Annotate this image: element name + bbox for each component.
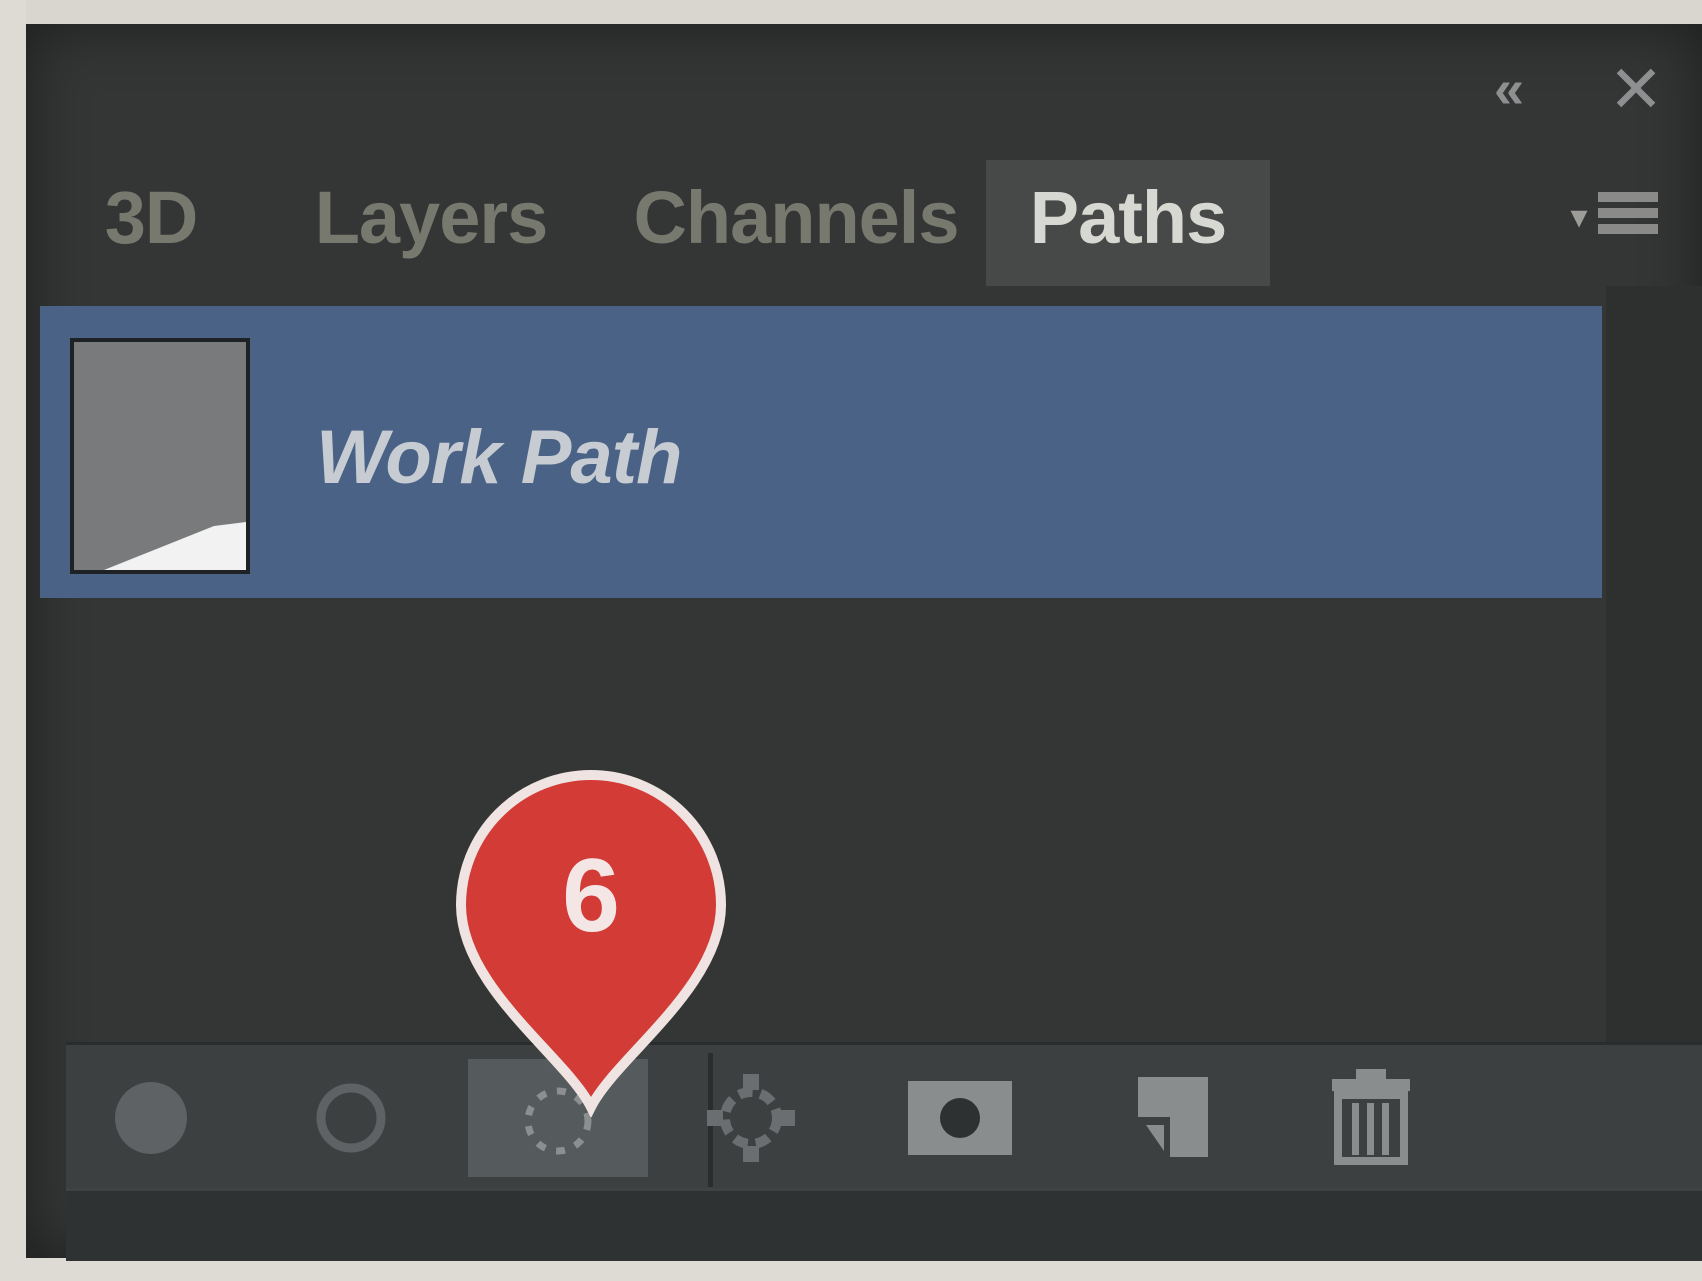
- page-background-bottom: [0, 1258, 1702, 1281]
- callout-marker: 6: [441, 757, 741, 1119]
- new-path-icon: [1138, 1077, 1208, 1157]
- tab-paths[interactable]: Paths: [986, 160, 1270, 286]
- stroke-path-icon: [316, 1083, 386, 1153]
- path-name: Work Path: [316, 415, 682, 500]
- paths-panel: « ✕ 3D Layers Channels Paths ▾ Work Path: [26, 24, 1702, 1261]
- new-path-button[interactable]: [1106, 1059, 1236, 1177]
- tab-3d[interactable]: 3D: [86, 160, 216, 286]
- fill-path-button[interactable]: [86, 1059, 216, 1177]
- tab-layers[interactable]: Layers: [286, 160, 576, 286]
- panel-menu-arrow-icon[interactable]: ▾: [1564, 200, 1594, 234]
- page-background: [0, 0, 26, 1281]
- add-mask-icon: [908, 1081, 1012, 1155]
- tab-channels[interactable]: Channels: [606, 160, 986, 286]
- paths-toolbar: [66, 1042, 1702, 1191]
- path-list: Work Path: [26, 286, 1702, 1066]
- path-row-work-path[interactable]: Work Path: [40, 306, 1602, 598]
- fill-path-icon: [115, 1082, 187, 1154]
- panel-menu-icon[interactable]: [1598, 192, 1658, 242]
- panel-status-strip: [66, 1188, 1702, 1261]
- callout-number: 6: [562, 838, 620, 954]
- double-chevron-left-icon[interactable]: «: [1474, 60, 1544, 118]
- close-icon[interactable]: ✕: [1596, 56, 1676, 122]
- path-thumbnail: [70, 338, 250, 574]
- path-thumbnail-shape-icon: [104, 522, 246, 570]
- stroke-path-button[interactable]: [286, 1059, 416, 1177]
- add-mask-button[interactable]: [896, 1059, 1026, 1177]
- panel-title-bar: « ✕: [26, 24, 1702, 136]
- delete-path-button[interactable]: [1306, 1059, 1436, 1177]
- panel-tab-bar: 3D Layers Channels Paths ▾: [26, 136, 1702, 286]
- path-list-scrollbar[interactable]: [1606, 286, 1702, 1066]
- trash-icon: [1332, 1069, 1410, 1165]
